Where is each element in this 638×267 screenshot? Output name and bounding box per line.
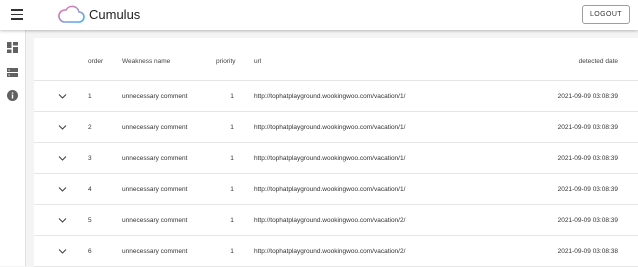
storage-icon[interactable]: [7, 67, 18, 78]
app-bar: Cumulus LOGOUT: [0, 0, 638, 30]
cell-priority: 1: [230, 124, 234, 131]
table-row[interactable]: 1 unnecessary comment 1 http://tophatplaygr…: [34, 81, 638, 112]
expand-chevron-icon[interactable]: [58, 185, 67, 193]
cell-priority: 1: [230, 93, 234, 100]
cell-url: http://tophatplayground.wookingwoo.com/v…: [254, 155, 406, 162]
cell-weakness-name: unnecessary comment: [122, 186, 188, 193]
cell-priority: 1: [230, 186, 234, 193]
cell-detected-date: 2021-09-09 03:08:39: [557, 124, 618, 131]
cell-detected-date: 2021-09-09 03:08:39: [557, 186, 618, 193]
table-row[interactable]: 6 unnecessary comment 1 http://tophatplaygr…: [34, 236, 638, 267]
cell-url: http://tophatplayground.wookingwoo.com/v…: [254, 93, 406, 100]
cell-url: http://tophatplayground.wookingwoo.com/v…: [254, 217, 406, 224]
side-drawer: [0, 30, 26, 266]
cell-weakness-name: unnecessary comment: [122, 93, 188, 100]
expand-chevron-icon[interactable]: [58, 92, 67, 100]
column-header-order[interactable]: order: [88, 58, 103, 65]
cell-detected-date: 2021-09-09 03:08:39: [557, 155, 618, 162]
table-header: order Weakness name priority url detecte…: [34, 38, 638, 81]
cell-detected-date: 2021-09-09 03:08:39: [557, 217, 618, 224]
table-row[interactable]: 2 unnecessary comment 1 http://tophatplaygr…: [34, 112, 638, 143]
table-row[interactable]: 3 unnecessary comment 1 http://tophatplaygr…: [34, 143, 638, 174]
column-header-weakness-name[interactable]: Weakness name: [122, 58, 170, 65]
cell-detected-date: 2021-09-09 03:08:39: [557, 93, 618, 100]
cell-detected-date: 2021-09-09 03:08:38: [557, 248, 618, 255]
cell-order: 3: [88, 155, 92, 162]
expand-chevron-icon[interactable]: [58, 154, 67, 162]
expand-chevron-icon[interactable]: [58, 247, 67, 255]
cell-weakness-name: unnecessary comment: [122, 155, 188, 162]
column-header-detected-date[interactable]: detected date: [579, 58, 618, 65]
logout-button[interactable]: LOGOUT: [582, 5, 630, 24]
cell-order: 4: [88, 186, 92, 193]
cell-weakness-name: unnecessary comment: [122, 124, 188, 131]
cell-order: 2: [88, 124, 92, 131]
info-icon[interactable]: [7, 90, 18, 101]
menu-icon[interactable]: [11, 9, 23, 20]
app-title: Cumulus: [89, 7, 141, 22]
cloud-logo-icon: [58, 5, 85, 23]
cell-priority: 1: [230, 248, 234, 255]
table-row[interactable]: 5 unnecessary comment 1 http://tophatplaygr…: [34, 205, 638, 236]
cell-order: 6: [88, 248, 92, 255]
column-header-url[interactable]: url: [254, 58, 261, 65]
cell-url: http://tophatplayground.wookingwoo.com/v…: [254, 248, 406, 255]
dashboard-icon[interactable]: [7, 42, 18, 53]
cell-order: 1: [88, 93, 92, 100]
cell-priority: 1: [230, 155, 234, 162]
cell-weakness-name: unnecessary comment: [122, 248, 188, 255]
table-row[interactable]: 4 unnecessary comment 1 http://tophatplaygr…: [34, 174, 638, 205]
cell-weakness-name: unnecessary comment: [122, 217, 188, 224]
column-header-priority[interactable]: priority: [216, 58, 236, 65]
cell-order: 5: [88, 217, 92, 224]
cell-priority: 1: [230, 217, 234, 224]
expand-chevron-icon[interactable]: [58, 216, 67, 224]
weakness-table: order Weakness name priority url detecte…: [34, 38, 638, 267]
expand-chevron-icon[interactable]: [58, 123, 67, 131]
cell-url: http://tophatplayground.wookingwoo.com/v…: [254, 186, 406, 193]
cell-url: http://tophatplayground.wookingwoo.com/v…: [254, 124, 406, 131]
